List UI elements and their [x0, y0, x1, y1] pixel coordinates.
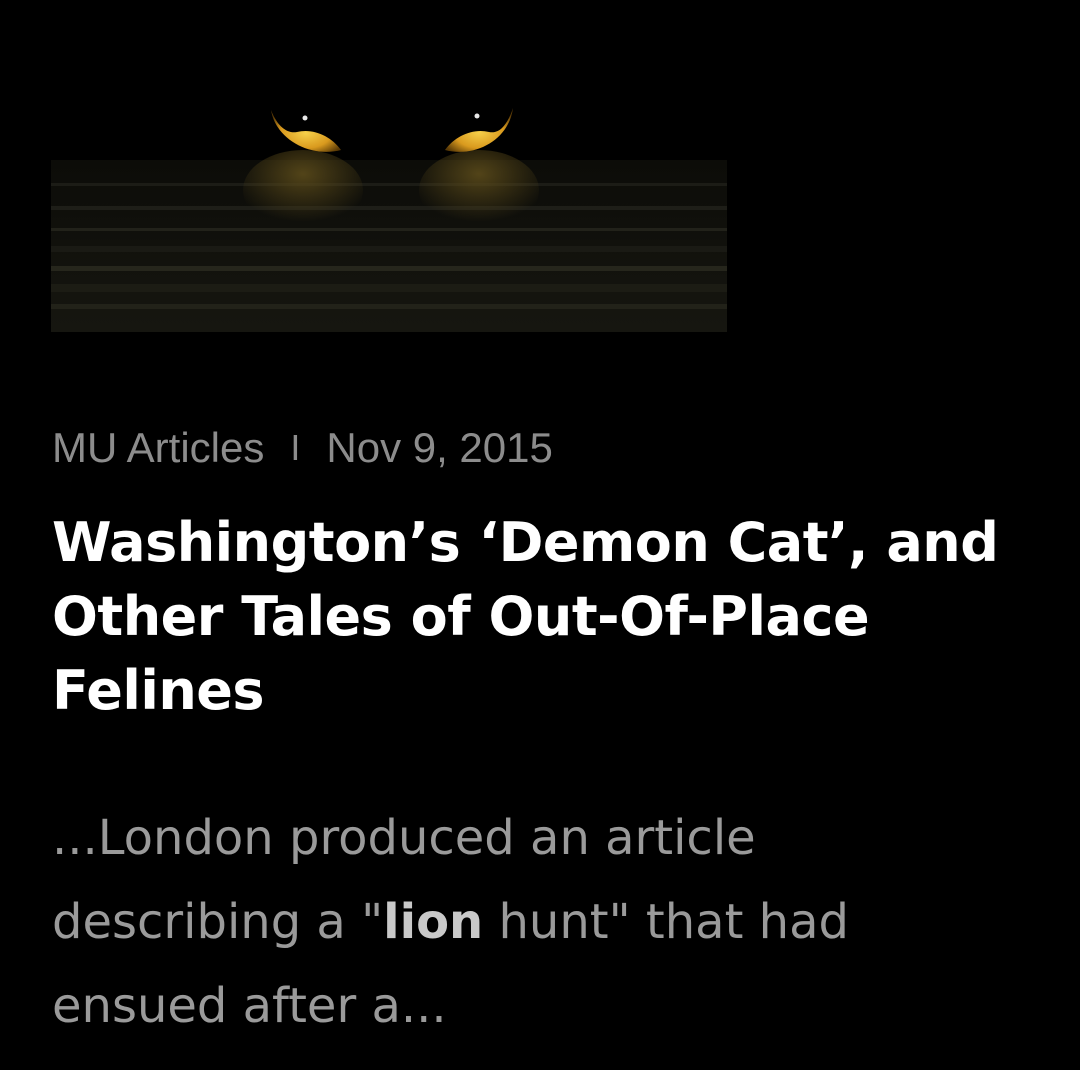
article-date: Nov 9, 2015 [326, 424, 553, 471]
article-card[interactable]: MU Articles I Nov 9, 2015 Washington’s ‘De… [0, 0, 1080, 1070]
article-category[interactable]: MU Articles [52, 424, 264, 471]
excerpt-highlight: lion [383, 894, 484, 950]
article-thumbnail[interactable] [51, 88, 727, 350]
article-excerpt: ...London produced an article describing… [52, 796, 1012, 1048]
article-title[interactable]: Washington’s ‘Demon Cat’, and Other Tale… [52, 506, 1052, 728]
meta-separator: I [290, 427, 301, 468]
article-meta: MU Articles I Nov 9, 2015 [52, 422, 553, 474]
